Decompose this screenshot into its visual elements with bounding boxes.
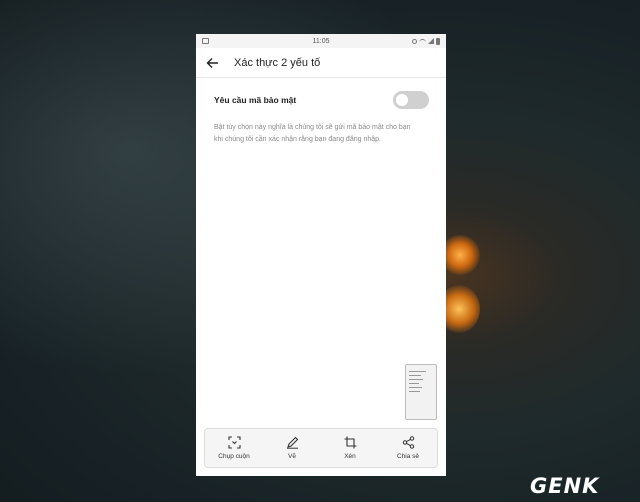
toggle-knob bbox=[396, 94, 408, 106]
thumbnail-line bbox=[409, 391, 420, 392]
draw-label: Vẽ bbox=[288, 453, 296, 460]
thumbnail-line bbox=[409, 383, 419, 384]
screenshot-thumbnail[interactable] bbox=[405, 364, 437, 420]
signal-icon bbox=[428, 38, 434, 44]
thumbnail-line bbox=[409, 375, 421, 376]
alarm-icon bbox=[412, 38, 417, 44]
status-time: 11:05 bbox=[312, 37, 330, 45]
share-label: Chia sẻ bbox=[396, 453, 420, 460]
pen-icon bbox=[286, 436, 298, 449]
draw-button[interactable]: Vẽ bbox=[267, 436, 317, 460]
app-bar: Xác thực 2 yếu tố bbox=[196, 48, 446, 78]
scroll-capture-label: Chụp cuộn bbox=[218, 453, 250, 460]
background-light bbox=[440, 235, 480, 275]
setting-description: Bật tùy chọn này nghĩa là chúng tôi sẽ g… bbox=[214, 124, 411, 143]
security-code-setting-row[interactable]: Yêu cầu mã bảo mật bbox=[196, 78, 446, 122]
crop-icon bbox=[344, 436, 356, 449]
page-title: Xác thực 2 yếu tố bbox=[234, 56, 321, 69]
setting-label: Yêu cầu mã bảo mật bbox=[214, 95, 297, 105]
status-bar: 11:05 bbox=[196, 34, 446, 48]
thumbnail-line bbox=[409, 379, 424, 380]
scroll-capture-icon bbox=[227, 436, 241, 449]
genk-logo: GENK bbox=[530, 474, 600, 498]
thumbnail-line bbox=[409, 371, 426, 372]
scroll-capture-button[interactable]: Chụp cuộn bbox=[209, 436, 259, 460]
thumbnail-line bbox=[409, 387, 423, 388]
share-icon bbox=[402, 436, 414, 449]
screenshot-toolbar: Chụp cuộn Vẽ Xén Chia sẻ bbox=[204, 428, 438, 468]
share-button[interactable]: Chia sẻ bbox=[383, 436, 433, 460]
crop-label: Xén bbox=[344, 453, 356, 460]
wifi-icon bbox=[419, 38, 426, 44]
status-icons bbox=[380, 37, 440, 45]
crop-button[interactable]: Xén bbox=[325, 436, 375, 460]
status-left bbox=[202, 38, 262, 44]
back-arrow-icon[interactable] bbox=[206, 56, 220, 70]
security-code-toggle[interactable] bbox=[393, 91, 429, 109]
phone-screen: 11:05 Xác thực 2 yếu tố Yêu cầu mã bảo m… bbox=[196, 34, 446, 476]
battery-icon bbox=[436, 37, 440, 45]
image-notification-icon bbox=[202, 38, 209, 44]
